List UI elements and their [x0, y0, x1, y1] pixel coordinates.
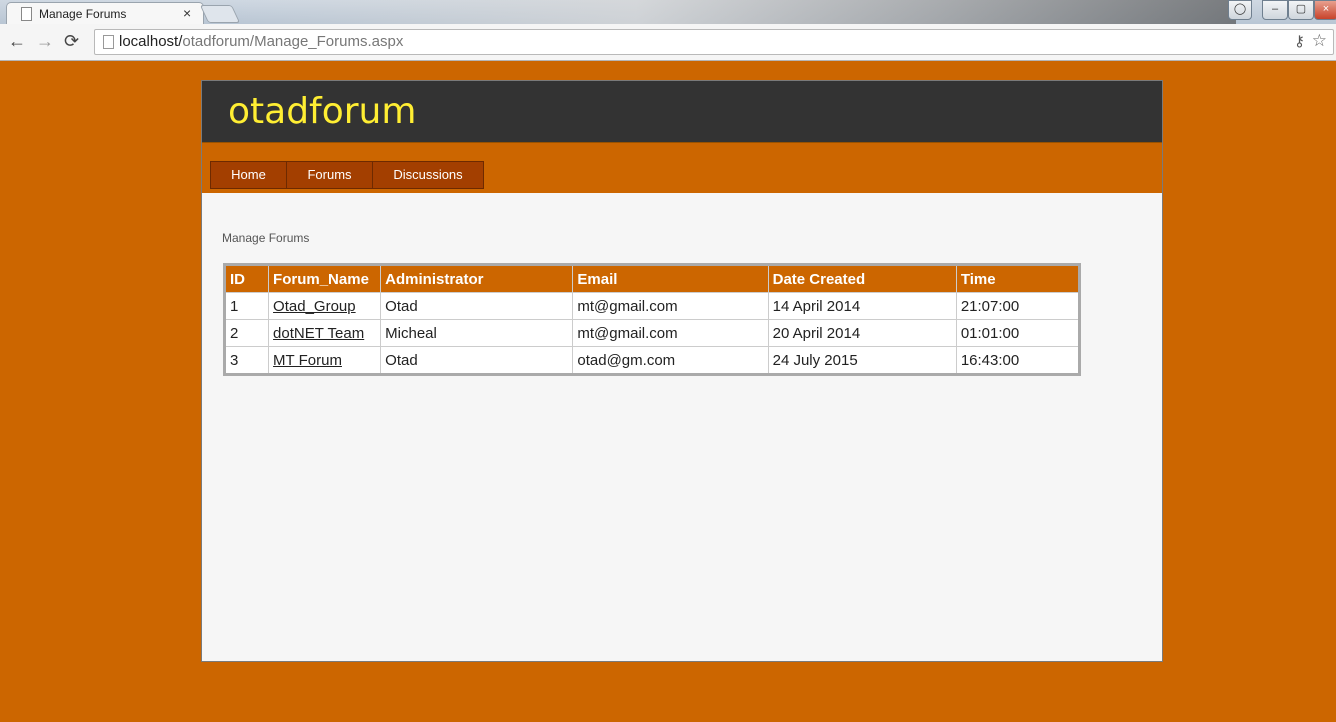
titlebar-background — [236, 0, 1236, 24]
column-header-date-created: Date Created — [767, 264, 957, 293]
new-tab-button[interactable] — [199, 5, 241, 23]
forum-link[interactable]: dotNET Team — [273, 325, 364, 342]
main-content: Manage Forums ID Forum_Name Administrato… — [202, 193, 1162, 661]
cell-email: mt@gmail.com — [572, 319, 769, 347]
browser-toolbar: ← → ⟳ localhost/otadforum/Manage_Forums.… — [0, 24, 1336, 61]
column-header-email: Email — [572, 264, 769, 293]
cell-id: 3 — [223, 346, 270, 375]
cell-date-created: 24 July 2015 — [767, 346, 957, 375]
column-header-id: ID — [223, 264, 270, 293]
cell-forum-name: Otad_Group — [268, 292, 382, 320]
profile-icon[interactable]: ◯ — [1228, 0, 1252, 20]
forums-table: ID Forum_Name Administrator Email Date C… — [223, 263, 1081, 376]
minimize-button[interactable]: – — [1262, 0, 1288, 20]
cell-administrator: Micheal — [380, 319, 574, 347]
cell-time: 16:43:00 — [955, 346, 1081, 375]
bookmark-star-icon[interactable]: ☆ — [1312, 31, 1327, 51]
forward-icon[interactable]: → — [36, 32, 54, 50]
browser-tab[interactable]: Manage Forums × — [6, 2, 204, 25]
browser-titlebar: Manage Forums × ◯ – ▢ × — [0, 0, 1336, 25]
back-icon[interactable]: ← — [8, 32, 26, 50]
url-text[interactable]: localhost/otadforum/Manage_Forums.aspx — [119, 33, 403, 50]
cell-time: 21:07:00 — [955, 292, 1081, 320]
site-title: otadforum — [228, 91, 417, 132]
tab-close-icon[interactable]: × — [183, 5, 191, 21]
cell-date-created: 14 April 2014 — [767, 292, 957, 320]
page-icon — [21, 7, 32, 21]
forum-link[interactable]: MT Forum — [273, 352, 342, 369]
menu-item-forums[interactable]: Forums — [286, 161, 373, 189]
address-bar[interactable]: localhost/otadforum/Manage_Forums.aspx ⚷… — [94, 29, 1334, 55]
page-icon — [103, 35, 114, 49]
table-header-row: ID Forum_Name Administrator Email Date C… — [223, 264, 1081, 293]
nav-menu: Home Forums Discussions — [202, 142, 1162, 193]
column-header-forum-name: Forum_Name — [268, 264, 382, 293]
menu-item-home[interactable]: Home — [210, 161, 287, 189]
cell-id: 1 — [223, 292, 270, 320]
cell-time: 01:01:00 — [955, 319, 1081, 347]
page-title: Manage Forums — [222, 231, 310, 245]
column-header-administrator: Administrator — [380, 264, 574, 293]
table-row: 2 dotNET Team Micheal mt@gmail.com 20 Ap… — [223, 319, 1081, 347]
cell-forum-name: MT Forum — [268, 346, 382, 375]
cell-administrator: Otad — [380, 346, 574, 375]
url-path: otadforum/Manage_Forums.aspx — [182, 33, 404, 50]
maximize-button[interactable]: ▢ — [1288, 0, 1314, 20]
menu-item-discussions[interactable]: Discussions — [372, 161, 484, 189]
site-header: otadforum — [202, 81, 1162, 142]
page-container: otadforum Home Forums Discussions Manage… — [201, 80, 1163, 662]
table-row: 3 MT Forum Otad otad@gm.com 24 July 2015… — [223, 346, 1081, 375]
forum-link[interactable]: Otad_Group — [273, 298, 356, 315]
cell-administrator: Otad — [380, 292, 574, 320]
cell-id: 2 — [223, 319, 270, 347]
key-icon[interactable]: ⚷ — [1294, 32, 1305, 50]
cell-email: otad@gm.com — [572, 346, 769, 375]
tab-title: Manage Forums — [39, 7, 127, 21]
reload-icon[interactable]: ⟳ — [64, 32, 79, 50]
table-row: 1 Otad_Group Otad mt@gmail.com 14 April … — [223, 292, 1081, 320]
cell-forum-name: dotNET Team — [268, 319, 382, 347]
close-window-button[interactable]: × — [1314, 0, 1336, 20]
cell-date-created: 20 April 2014 — [767, 319, 957, 347]
url-host: localhost/ — [119, 33, 183, 50]
column-header-time: Time — [955, 264, 1081, 293]
cell-email: mt@gmail.com — [572, 292, 769, 320]
